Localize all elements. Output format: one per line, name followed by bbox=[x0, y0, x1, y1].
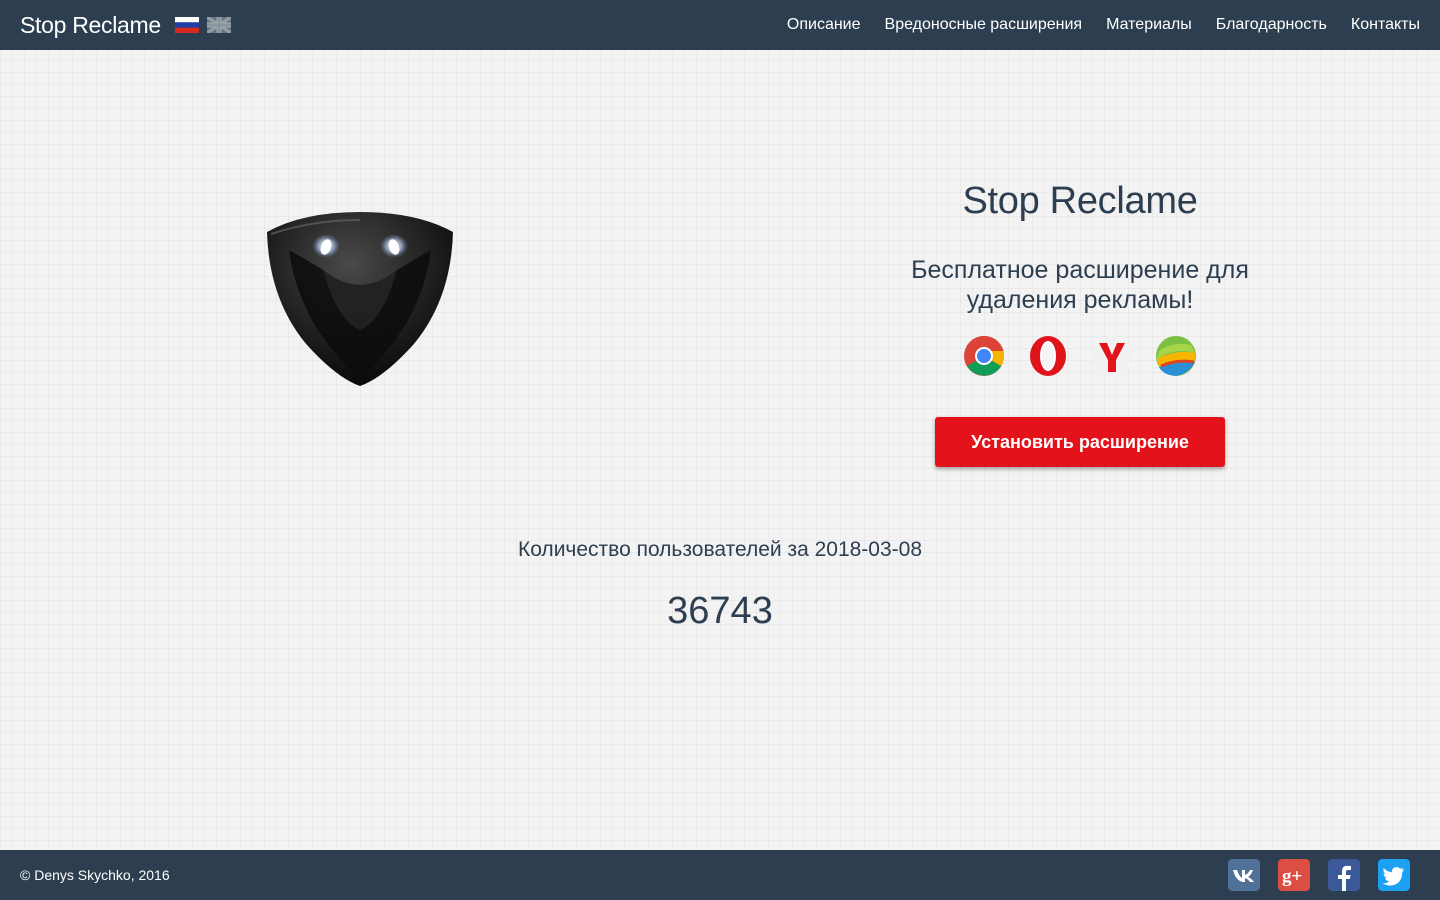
browser-icons bbox=[880, 335, 1280, 377]
hero-title: Stop Reclame bbox=[962, 180, 1198, 222]
google-plus-icon[interactable]: g+ bbox=[1278, 859, 1310, 891]
opera-icon[interactable] bbox=[1027, 335, 1069, 377]
main-nav: Описание Вредоносные расширения Материал… bbox=[787, 16, 1420, 34]
copyright-text: © Denys Skychko, 2016 bbox=[20, 867, 170, 883]
yandex-browser-icon[interactable] bbox=[1091, 335, 1133, 377]
nav-item-thanks: Благодарность bbox=[1216, 16, 1327, 34]
svg-text:g+: g+ bbox=[1282, 866, 1302, 887]
bluestacks-icon[interactable] bbox=[1155, 335, 1197, 377]
users-count-label: Количество пользователей за 2018-03-08 bbox=[517, 538, 923, 561]
shield-mask-logo-icon bbox=[267, 212, 453, 386]
nav-link-description[interactable]: Описание bbox=[787, 16, 861, 33]
hero-subtitle: Бесплатное расширение для удаления рекла… bbox=[911, 256, 1249, 314]
nav-item-description: Описание bbox=[787, 16, 861, 34]
uk-flag-icon[interactable] bbox=[206, 17, 231, 33]
chrome-icon[interactable] bbox=[963, 335, 1005, 377]
vk-icon[interactable] bbox=[1228, 859, 1260, 891]
nav-link-materials[interactable]: Материалы bbox=[1106, 16, 1192, 33]
nav-link-contacts[interactable]: Контакты bbox=[1351, 16, 1420, 33]
twitter-icon[interactable] bbox=[1378, 859, 1410, 891]
social-links: g+ bbox=[1228, 859, 1410, 891]
footer: © Denys Skychko, 2016 g+ bbox=[0, 850, 1440, 900]
nav-link-malicious-extensions[interactable]: Вредоносные расширения bbox=[885, 16, 1083, 33]
nav-item-contacts: Контакты bbox=[1351, 16, 1420, 34]
brand-link[interactable]: Stop Reclame bbox=[20, 12, 161, 39]
hero-section: Stop Reclame Бесплатное расширение для у… bbox=[880, 180, 1280, 467]
install-extension-button[interactable]: Установить расширение bbox=[935, 417, 1225, 467]
top-navbar: Stop Reclame Описание Вредоносные расшир… bbox=[0, 0, 1440, 50]
nav-item-malicious-extensions: Вредоносные расширения bbox=[885, 16, 1083, 34]
facebook-icon[interactable] bbox=[1328, 859, 1360, 891]
russian-flag-icon[interactable] bbox=[174, 17, 199, 33]
language-switcher bbox=[174, 17, 231, 33]
users-stats: Количество пользователей за 2018-03-08 3… bbox=[0, 538, 1440, 633]
nav-link-thanks[interactable]: Благодарность bbox=[1216, 16, 1327, 33]
nav-item-materials: Материалы bbox=[1106, 16, 1192, 34]
users-count-value: 36743 bbox=[667, 590, 773, 632]
